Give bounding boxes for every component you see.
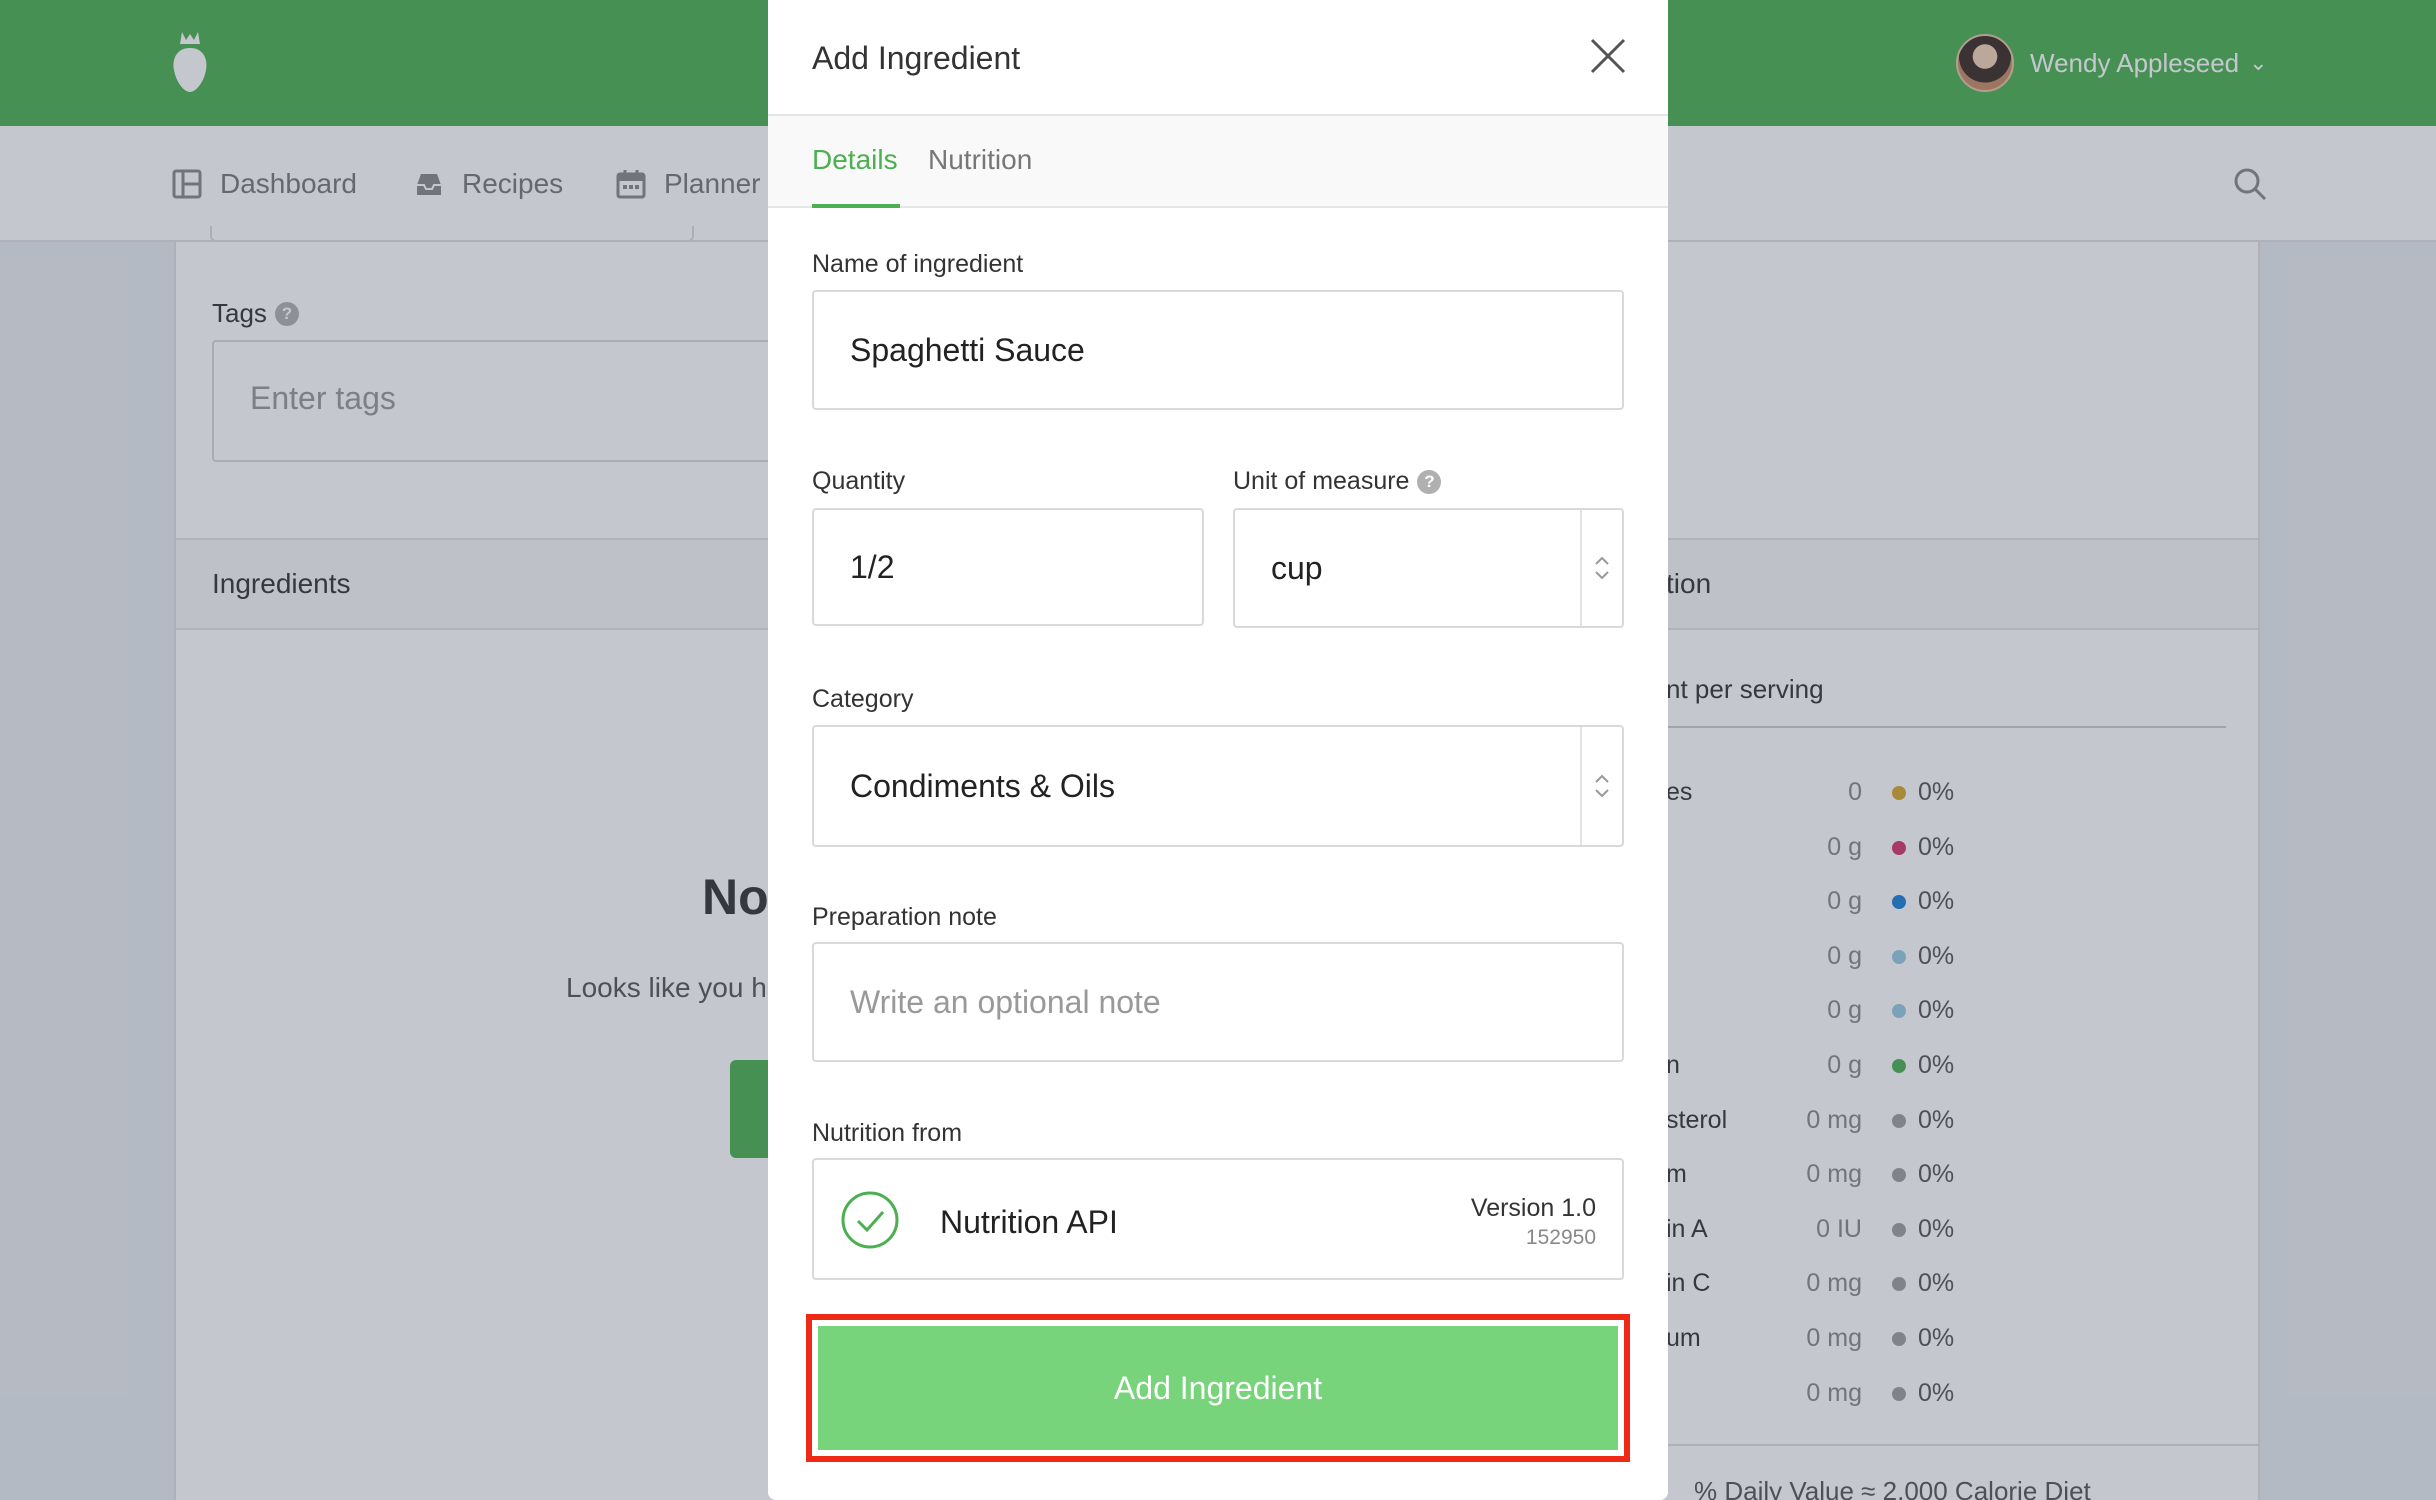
help-icon[interactable]: ? [1417,469,1442,494]
unit-label: Unit of measure ? [1233,467,1442,496]
modal-header: Add Ingredient [768,0,1668,116]
modal-tabs: Details Nutrition [768,116,1668,208]
add-ingredient-button[interactable]: Add Ingredient [818,1326,1618,1450]
add-ingredient-modal: Add Ingredient Details Nutrition Name of… [768,0,1668,1500]
nutrition-source-box[interactable]: Nutrition API Version 1.0 152950 [812,1158,1624,1280]
quantity-input[interactable]: 1/2 [812,508,1204,626]
select-arrows-icon [1580,727,1622,845]
source-name: Nutrition API [940,1204,1118,1240]
check-circle-icon [841,1191,899,1249]
quantity-label: Quantity [812,467,906,495]
unit-select[interactable]: cup [1233,508,1624,628]
name-label: Name of ingredient [812,250,1024,278]
note-label: Preparation note [812,903,997,931]
active-tab-indicator [812,204,900,208]
category-select-value: Condiments & Oils [850,767,1115,804]
tab-nutrition[interactable]: Nutrition [928,144,1032,176]
source-label: Nutrition from [812,1119,963,1147]
tab-details[interactable]: Details [812,144,898,176]
category-label: Category [812,685,914,713]
preparation-note-input[interactable]: Write an optional note [812,942,1624,1062]
source-version: Version 1.0 [1470,1194,1596,1222]
unit-label-text: Unit of measure [1233,467,1410,495]
ingredient-name-input[interactable]: Spaghetti Sauce [812,290,1624,410]
source-id: 152950 [1525,1226,1596,1249]
unit-select-value: cup [1271,549,1323,586]
select-arrows-icon [1580,510,1622,626]
close-icon[interactable] [1588,36,1628,76]
category-select[interactable]: Condiments & Oils [812,725,1624,847]
modal-title: Add Ingredient [812,40,1021,76]
highlight-frame: Add Ingredient [806,1314,1630,1462]
